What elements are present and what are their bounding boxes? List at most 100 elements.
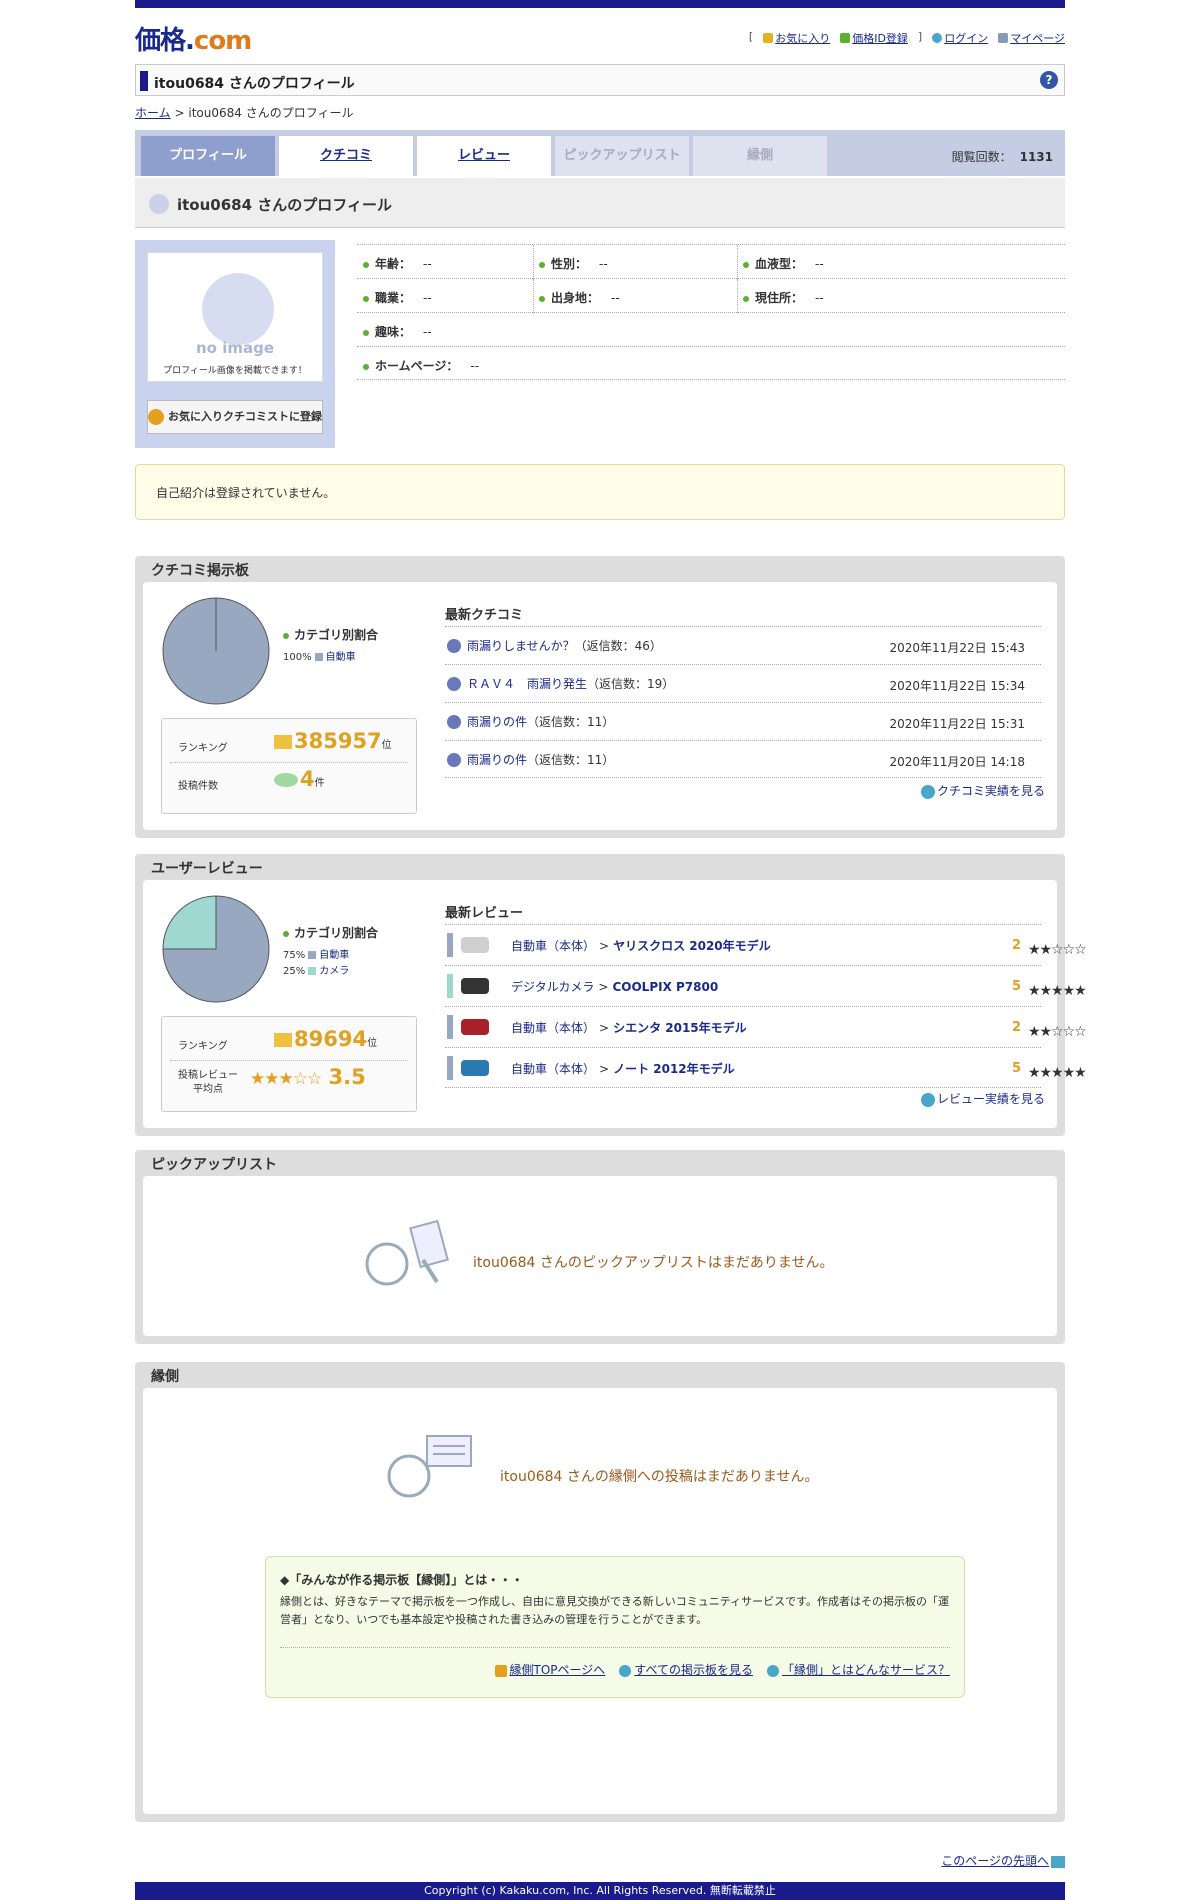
info-age: 年齢： -- bbox=[363, 255, 432, 272]
list-item[interactable]: 自動車（本体） > シエンタ 2015年モデル ★★☆☆☆ 2 bbox=[445, 1006, 1087, 1047]
question-icon bbox=[447, 715, 461, 729]
list-item[interactable]: 雨漏りの件（返信数：11） 2020年11月20日 14:18 bbox=[445, 740, 1041, 778]
section-title: 縁側 bbox=[151, 1369, 179, 1385]
kuchikomi-list: 雨漏りしませんか？（返信数：46） 2020年11月22日 15:43 ＲＡＶ４ … bbox=[445, 626, 1041, 778]
empty-board-icon bbox=[387, 1435, 472, 1498]
breadcrumb-sep: > bbox=[174, 106, 185, 120]
section-title: ピックアップリスト bbox=[151, 1157, 277, 1173]
arrow-circle-icon bbox=[920, 1092, 935, 1107]
engawa-all-boards-link[interactable]: すべての掲示板を見る bbox=[634, 1663, 753, 1677]
sad-icon bbox=[447, 677, 461, 691]
category-pie-chart bbox=[162, 597, 270, 705]
tab-review[interactable]: レビュー bbox=[417, 136, 551, 176]
engawa-links: 縁側TOPページへ すべての掲示板を見る 「縁側」とはどんなサービス？ bbox=[494, 1661, 950, 1678]
category-label: カテゴリ別割合 bbox=[283, 626, 378, 643]
add-user-icon bbox=[148, 409, 164, 425]
arrow-circle-icon bbox=[619, 1664, 632, 1677]
site-logo[interactable]: 価格.com bbox=[135, 20, 252, 57]
latest-review-heading: 最新レビュー bbox=[445, 906, 524, 921]
star-rating: ★★☆☆☆ bbox=[1027, 1024, 1087, 1040]
breadcrumb-current: itou0684 さんのプロフィール bbox=[188, 106, 354, 120]
add-favorite-button[interactable]: お気に入りクチコミストに登録 bbox=[147, 400, 323, 434]
info-residence: 現住所： -- bbox=[743, 289, 824, 306]
info-hobby: 趣味： -- bbox=[363, 323, 432, 340]
engawa-info-body: 縁側とは、好きなテーマで掲示板を一つ作成し、自由に意見交換ができる新しいコミュニ… bbox=[280, 1595, 950, 1626]
smiley-icon bbox=[149, 194, 169, 214]
star-rating: ★★★★★ bbox=[1027, 983, 1087, 999]
review-more-link[interactable]: レビュー実績を見る bbox=[920, 1090, 1045, 1107]
page-title: itou0684 さんのプロフィール bbox=[154, 76, 355, 92]
info-homepage: ホームページ： -- bbox=[363, 357, 479, 374]
self-intro: 自己紹介は登録されていません。 bbox=[135, 464, 1065, 520]
speech-bubble-icon bbox=[274, 773, 298, 787]
engawa-info-heading: ◆「みんなが作る掲示板【縁側】」とは・・・ bbox=[280, 1573, 524, 1587]
pickup-section: ピックアップリスト itou0684 さんのピックアップリストはまだありません。 bbox=[135, 1150, 1065, 1344]
back-to-top-link[interactable]: このページの先頭へ bbox=[941, 1852, 1065, 1869]
profile-info-table: 年齢： -- 性別： -- 血液型： -- 職業： -- 出身地： -- 現住所： -- 趣… bbox=[357, 244, 1065, 380]
header-links: [ お気に入り 価格ID登録 ] ログイン マイページ bbox=[749, 30, 1065, 46]
avatar-panel: no image プロフィール画像を掲載できます！ お気に入りクチコミストに登録 bbox=[135, 240, 335, 448]
title-accent bbox=[140, 71, 148, 91]
section-body: itou0684 さんの縁側への投稿はまだありません。 ◆「みんなが作る掲示板【… bbox=[143, 1388, 1057, 1814]
car-icon bbox=[461, 1060, 489, 1076]
profile-heading: itou0684 さんのプロフィール bbox=[135, 178, 1065, 228]
category-link[interactable]: 自動車 bbox=[319, 950, 349, 961]
category-link[interactable]: 自動車 bbox=[326, 652, 356, 663]
list-icon bbox=[998, 33, 1009, 43]
avg-score-row: 投稿レビュー 平均点 ★★★☆☆ 3.5 bbox=[178, 1065, 366, 1095]
header-link-mypage[interactable]: マイページ bbox=[1010, 30, 1065, 46]
category-link[interactable]: カメラ bbox=[319, 966, 349, 977]
info-job: 職業： -- bbox=[363, 289, 432, 306]
info-blood: 血液型： -- bbox=[743, 255, 824, 272]
section-title: ユーザーレビュー bbox=[151, 861, 263, 877]
view-count: 閲覧回数： 1131 bbox=[951, 150, 1053, 164]
bracket: ] bbox=[917, 30, 923, 43]
car-icon bbox=[461, 1019, 489, 1035]
up-arrow-icon bbox=[1051, 1855, 1065, 1868]
empty-list-icon bbox=[365, 1220, 449, 1286]
list-item[interactable]: 自動車（本体） > ノート 2012年モデル ★★★★★ 5 bbox=[445, 1047, 1087, 1088]
header-link-favorites[interactable]: お気に入り bbox=[775, 30, 830, 46]
category-label: カテゴリ別割合 bbox=[283, 924, 378, 941]
header-link-register[interactable]: 価格ID登録 bbox=[852, 30, 908, 46]
section-title: クチコミ掲示板 bbox=[151, 563, 249, 579]
help-icon[interactable]: ? bbox=[1040, 71, 1058, 89]
car-icon bbox=[461, 937, 489, 953]
engawa-info-box: ◆「みんなが作る掲示板【縁側】」とは・・・ 縁側とは、好きなテーマで掲示板を一つ… bbox=[265, 1556, 965, 1698]
list-item[interactable]: デジタルカメラ > COOLPIX P7800 ★★★★★ 5 bbox=[445, 965, 1087, 1006]
tab-profile[interactable]: プロフィール bbox=[141, 136, 275, 176]
kuchikomi-more-link[interactable]: クチコミ実績を見る bbox=[920, 782, 1045, 799]
info-row: 職業： -- 出身地： -- 現住所： -- bbox=[357, 278, 1065, 313]
arrow-circle-icon bbox=[766, 1664, 779, 1677]
bracket: [ bbox=[748, 30, 754, 43]
camera-icon bbox=[461, 978, 489, 994]
list-item[interactable]: 雨漏りの件（返信数：11） 2020年11月22日 15:31 bbox=[445, 702, 1041, 740]
breadcrumb: ホーム > itou0684 さんのプロフィール bbox=[135, 104, 353, 121]
pie-slice bbox=[162, 895, 217, 950]
crown-icon bbox=[274, 735, 292, 749]
ranking-box: ランキング 89694位 投稿レビュー 平均点 ★★★☆☆ 3.5 bbox=[161, 1016, 417, 1112]
engawa-about-link[interactable]: 「縁側」とはどんなサービス？ bbox=[782, 1663, 950, 1677]
kuchikomi-section: クチコミ掲示板 カテゴリ別割合 100% 自動車 ランキング 385957位 投稿… bbox=[135, 556, 1065, 838]
category-row: 100% 自動車 bbox=[283, 652, 356, 663]
list-item[interactable]: ＲＡＶ４ 雨漏り発生（返信数：19） 2020年11月22日 15:34 bbox=[445, 664, 1041, 702]
tab-kuchikomi[interactable]: クチコミ bbox=[279, 136, 413, 176]
info-birthplace: 出身地： -- bbox=[539, 289, 620, 306]
id-icon bbox=[840, 33, 851, 43]
avatar-note: プロフィール画像を掲載できます！ bbox=[163, 366, 307, 376]
list-item[interactable]: 雨漏りしませんか？（返信数：46） 2020年11月22日 15:43 bbox=[445, 626, 1041, 664]
page-title-bar: itou0684 さんのプロフィール ? bbox=[135, 64, 1065, 96]
category-row: 25% カメラ bbox=[283, 966, 350, 977]
ranking-row: ランキング 89694位 bbox=[170, 1025, 408, 1061]
engawa-top-link[interactable]: 縁側TOPページへ bbox=[510, 1663, 606, 1677]
tab-engawa: 縁側 bbox=[693, 136, 827, 176]
star-rating: ★★★★★ bbox=[1027, 1065, 1087, 1081]
crown-icon bbox=[274, 1033, 292, 1047]
list-item[interactable]: 自動車（本体） > ヤリスクロス 2020年モデル ★★☆☆☆ 2 bbox=[445, 924, 1087, 965]
no-image-label: no image bbox=[195, 339, 274, 357]
login-icon bbox=[932, 33, 943, 43]
ranking-box: ランキング 385957位 投稿件数 4件 bbox=[161, 718, 417, 814]
avatar: no image プロフィール画像を掲載できます！ bbox=[147, 252, 323, 382]
breadcrumb-home[interactable]: ホーム bbox=[135, 106, 171, 120]
header-link-login[interactable]: ログイン bbox=[944, 30, 988, 46]
